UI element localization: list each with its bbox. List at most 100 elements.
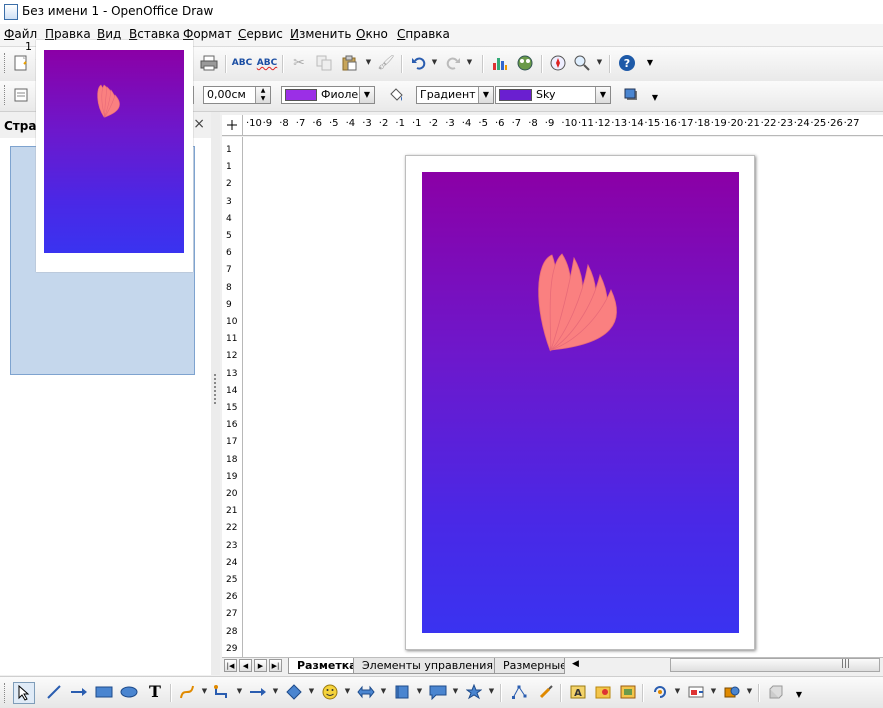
fill-style-select[interactable]: Градиент ▼ [416,86,494,104]
toolbar-overflow-icon[interactable]: ▼ [794,686,804,704]
points-icon[interactable] [510,683,528,701]
chevron-down-icon[interactable]: ▼ [452,688,459,695]
chevron-down-icon[interactable]: ▼ [431,59,438,66]
prev-tab-icon[interactable]: ◀ [239,659,252,672]
toolbar-handle[interactable] [4,85,8,105]
toolbar-overflow-icon[interactable]: ▼ [645,54,655,72]
chevron-down-icon[interactable]: ▼ [201,688,208,695]
arrow-line-icon[interactable] [70,683,88,701]
menu-modify[interactable]: Изменить [290,27,352,41]
rectangle-icon[interactable] [95,683,113,701]
callouts-icon[interactable] [429,683,447,701]
shadow-icon[interactable] [622,86,640,104]
chevron-down-icon[interactable]: ▼ [595,87,610,103]
style-icon[interactable] [12,86,30,104]
format-paintbrush-icon[interactable]: 🖌 [377,54,395,72]
menu-tools[interactable]: Сервис [238,27,283,41]
arrange-icon[interactable] [723,683,741,701]
tab-dimension-lines[interactable]: Размерные [494,658,565,674]
cut-icon[interactable]: ✂ [290,54,308,72]
paste-icon[interactable] [340,54,358,72]
menu-insert[interactable]: Вставка [129,27,180,41]
ruler-tick-label: 19 [226,471,238,482]
chevron-down-icon[interactable]: ▼ [365,59,372,66]
gradient-background-rectangle[interactable] [422,172,739,633]
curve-icon[interactable] [178,683,196,701]
menu-window[interactable]: Окно [356,27,388,41]
chevron-down-icon[interactable]: ▼ [272,688,279,695]
chevron-down-icon[interactable]: ▼ [466,59,473,66]
new-icon[interactable] [12,54,30,72]
chevron-down-icon[interactable]: ▼ [416,688,423,695]
spin-icon[interactable]: ▲ ▼ [255,87,270,103]
zoom-icon[interactable] [573,54,591,72]
menu-edit[interactable]: Правка [45,27,91,41]
chevron-down-icon[interactable]: ▼ [308,688,315,695]
first-tab-icon[interactable]: |◀ [224,659,237,672]
chevron-down-icon[interactable]: ▼ [746,688,753,695]
ruler-tick-label: 23 [226,540,238,551]
extrusion-icon[interactable] [767,683,785,701]
from-file-icon[interactable] [594,683,612,701]
select-icon[interactable] [13,682,35,704]
horizontal-ruler[interactable]: ·10·9·8·7·6·5·4·3·2·1·1·2·3·4·5·6·7·8·9 ·… [222,115,883,136]
close-icon[interactable]: × [193,116,205,132]
chevron-down-icon[interactable]: ▼ [674,688,681,695]
page-thumbnail[interactable] [36,40,193,272]
chevron-down-icon[interactable]: ▼ [488,688,495,695]
chart-icon[interactable] [491,54,509,72]
horizontal-scrollbar[interactable]: ||| [670,658,880,672]
gallery-icon[interactable] [619,683,637,701]
gallery-icon[interactable] [516,54,534,72]
text-icon[interactable]: T [146,683,164,701]
toolbar-handle[interactable] [4,683,8,703]
connector-icon[interactable] [213,683,231,701]
symbol-shapes-icon[interactable] [321,683,339,701]
last-tab-icon[interactable]: ▶| [269,659,282,672]
area-paint-bucket-icon[interactable] [387,86,405,104]
menu-help[interactable]: Справка [397,27,450,41]
chevron-down-icon[interactable]: ▼ [710,688,717,695]
navigator-icon[interactable] [549,54,567,72]
chevron-down-icon[interactable]: ▼ [596,59,603,66]
separator [482,55,484,73]
next-tab-icon[interactable]: ▶ [254,659,267,672]
menu-view[interactable]: Вид [97,27,121,41]
chevron-down-icon[interactable]: ▼ [478,87,493,103]
chevron-down-icon[interactable]: ▼ [236,688,243,695]
block-arrows-icon[interactable] [357,683,375,701]
toolbar-overflow-icon[interactable]: ▼ [650,89,660,107]
ellipse-icon[interactable] [120,683,138,701]
menu-file[interactable]: Файл [4,27,37,41]
pane-splitter[interactable] [211,112,220,675]
flower-shape[interactable] [422,172,739,633]
spellcheck-icon[interactable]: ABC [232,54,252,72]
rotate-icon[interactable] [651,683,669,701]
help-icon[interactable]: ? [618,54,636,72]
ruler-tick-label: ·14 [627,118,644,129]
tab-controls[interactable]: Элементы управления [353,658,500,674]
line-width-field[interactable]: 0,00см ▲ ▼ [203,86,271,104]
line-icon[interactable] [45,683,63,701]
undo-icon[interactable] [410,54,428,72]
lines-arrows-icon[interactable] [249,683,267,701]
chevron-down-icon[interactable]: ▼ [380,688,387,695]
gradient-select[interactable]: Sky ▼ [495,86,611,104]
vertical-ruler[interactable]: 1 1 2 3 4 5 6 7 8 9 10 11 12 13 14 15 16 17 18 19 20 21 22 23 24… [222,137,243,657]
glue-points-icon[interactable] [537,683,555,701]
menu-format[interactable]: Формат [183,27,232,41]
stars-icon[interactable] [465,683,483,701]
scroll-left-icon[interactable]: ◀ [572,659,579,669]
chevron-down-icon[interactable]: ▼ [359,87,374,103]
chevron-down-icon[interactable]: ▼ [344,688,351,695]
flowchart-icon[interactable] [393,683,411,701]
basic-shapes-icon[interactable] [285,683,303,701]
align-icon[interactable] [687,683,705,701]
copy-icon[interactable] [315,54,333,72]
fontwork-icon[interactable]: A [569,683,587,701]
autospell-icon[interactable]: ABC [257,54,277,72]
redo-icon[interactable] [444,54,462,72]
area-color-select[interactable]: Фиоле ▼ [281,86,375,104]
toolbar-handle[interactable] [4,53,8,73]
print-icon[interactable] [200,54,218,72]
